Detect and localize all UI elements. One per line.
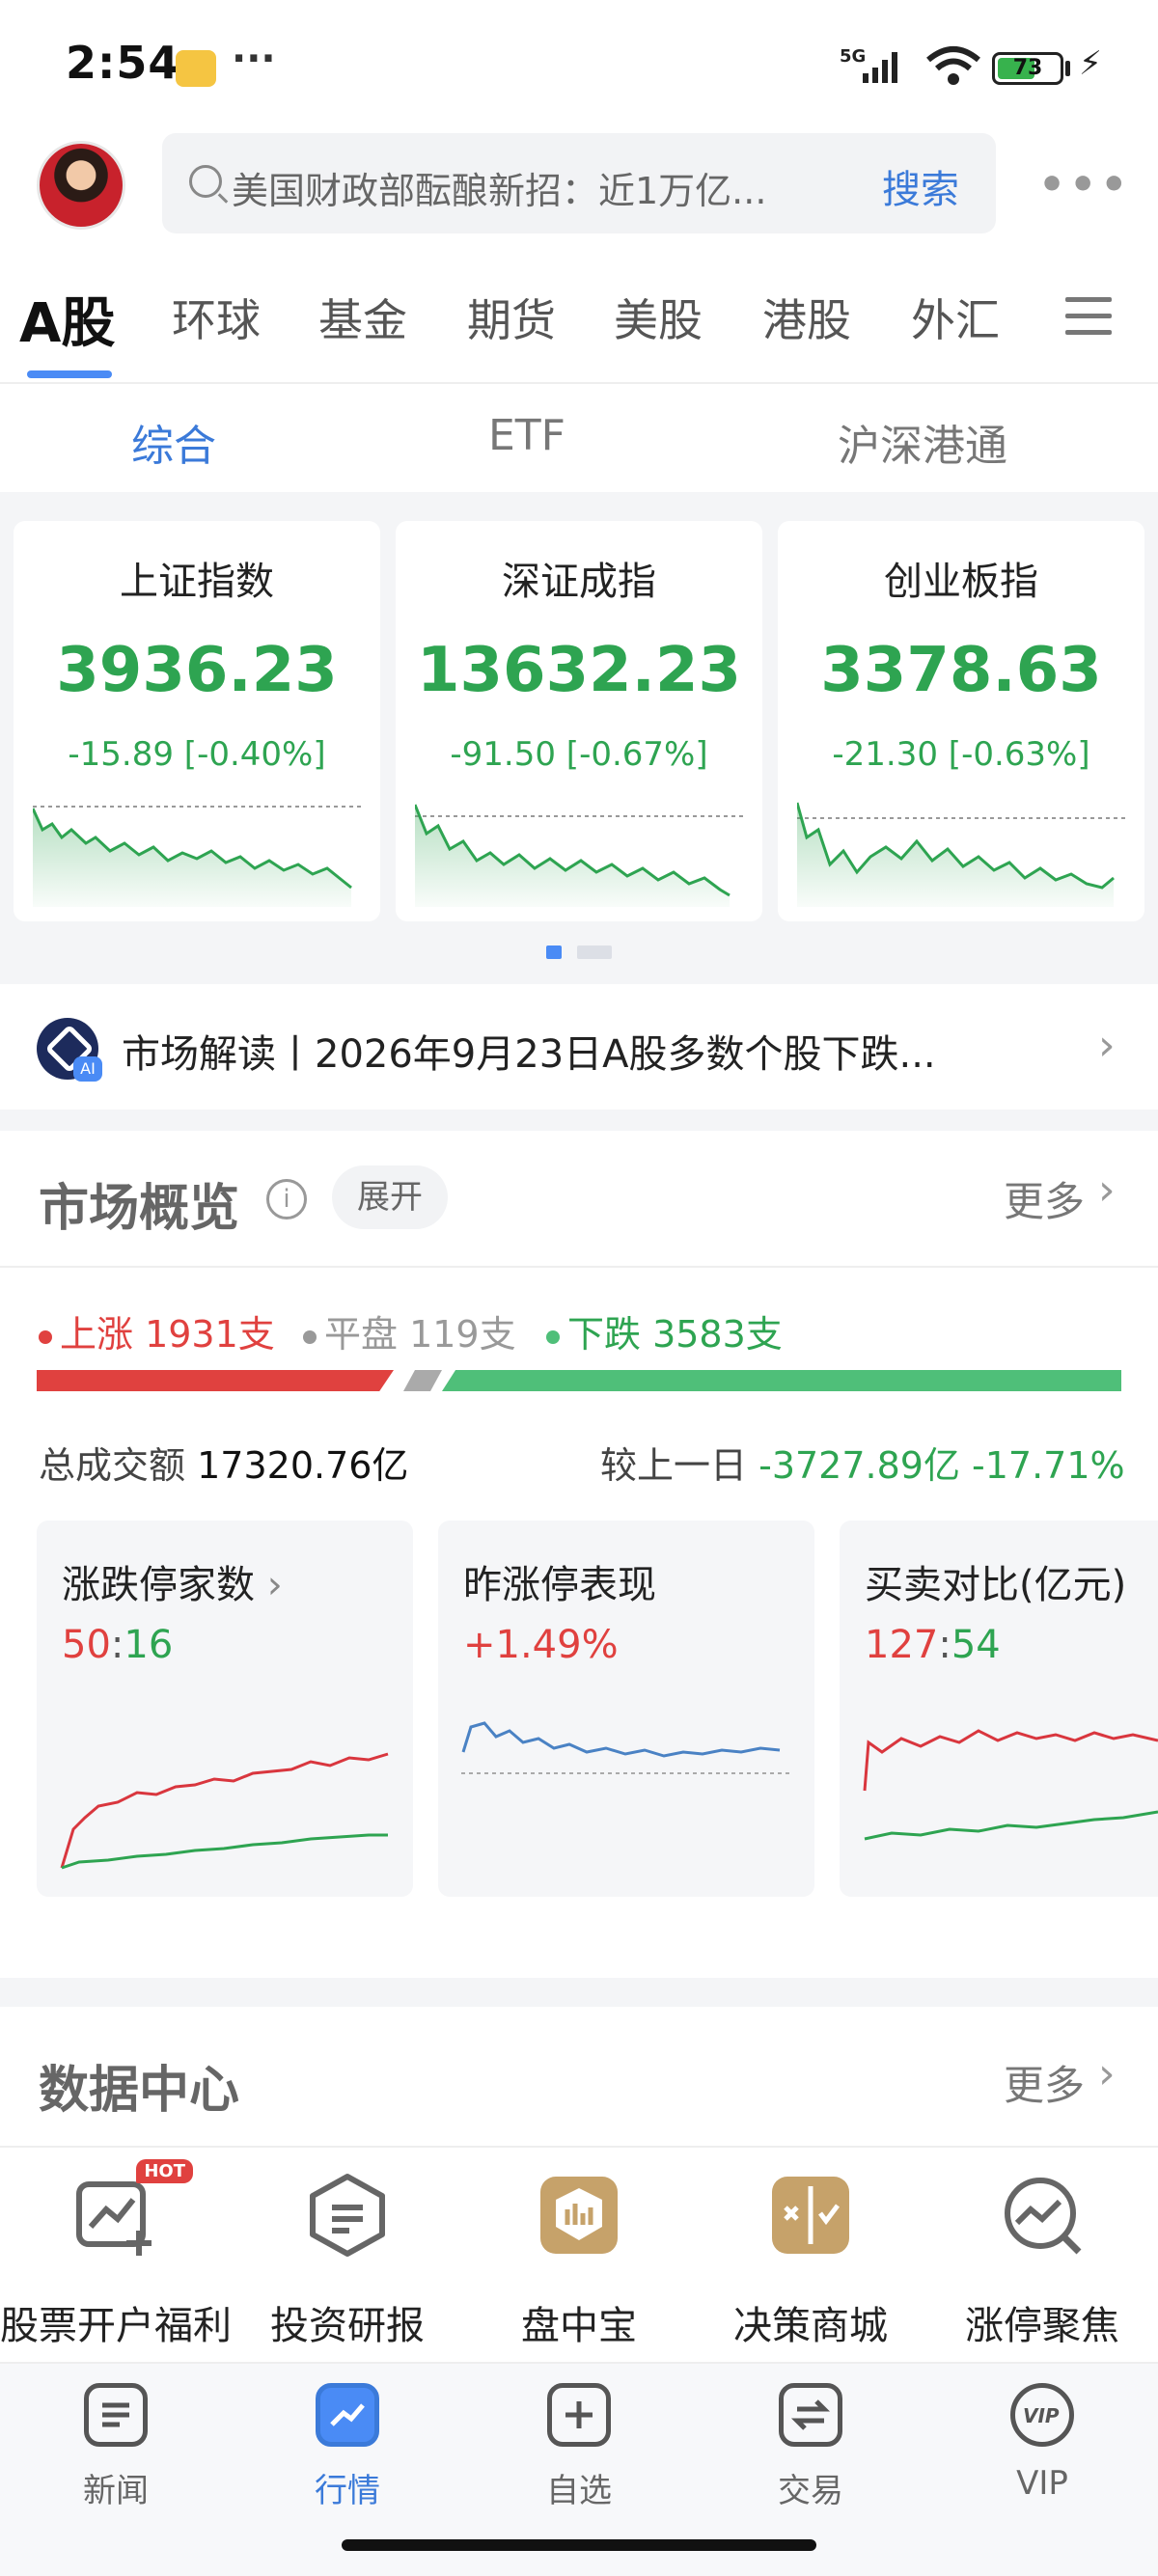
chevron-right-icon: › — [1098, 1165, 1116, 1215]
tab-a-share[interactable]: A股 — [19, 280, 115, 358]
overview-more-link[interactable]: 更多 — [1004, 1169, 1085, 1228]
index-price: 3378.63 — [820, 635, 1102, 706]
carousel-dot-active — [546, 945, 562, 959]
subtab-overview[interactable]: 综合 — [131, 411, 216, 473]
ai-icon: AI — [37, 1018, 102, 1082]
chart-plus-icon: HOT — [71, 2159, 193, 2260]
tab-fund[interactable]: 基金 — [318, 286, 407, 349]
focus-icon — [998, 2171, 1087, 2260]
add-watchlist-icon — [547, 2383, 611, 2447]
data-center-title: 数据中心 — [39, 2062, 240, 2120]
index-name: 深证成指 — [502, 560, 656, 604]
index-sparkline — [797, 802, 1125, 907]
limit-focus-item[interactable]: 涨停聚焦 — [926, 2171, 1158, 2350]
battery-icon: 73 — [992, 52, 1063, 85]
tab-futures[interactable]: 期货 — [467, 286, 556, 349]
index-sparkline — [33, 806, 361, 907]
status-time: 2:54 — [66, 37, 180, 89]
trade-icon — [779, 2383, 842, 2447]
data-center-more-link[interactable]: 更多 — [1004, 2053, 1085, 2112]
tab-forex[interactable]: 外汇 — [911, 286, 1000, 349]
active-tab-indicator — [27, 370, 112, 378]
index-change: -21.30 [-0.63%] — [832, 735, 1090, 774]
tab-global[interactable]: 环球 — [172, 286, 261, 349]
home-indicator[interactable] — [342, 2539, 816, 2551]
svg-text:5G: 5G — [840, 46, 866, 67]
notes-app-icon — [176, 50, 216, 87]
index-name: 上证指数 — [120, 560, 274, 604]
index-sparkline — [415, 804, 743, 907]
prev-limit-card[interactable]: 昨涨停表现 +1.49% — [438, 1521, 814, 1897]
index-card-chinext[interactable]: 创业板指 3378.63 -21.30 [-0.63%] — [778, 521, 1144, 921]
expand-button[interactable]: 展开 — [332, 1165, 448, 1229]
nav-trade[interactable]: 交易 — [695, 2383, 926, 2511]
decision-mall-item[interactable]: 决策商城 — [695, 2171, 926, 2350]
market-icon — [316, 2383, 379, 2447]
flat-ratio-bar — [403, 1370, 442, 1391]
menu-icon[interactable] — [1065, 297, 1112, 346]
search-icon — [189, 165, 222, 198]
buy-sell-card[interactable]: 买卖对比(亿元) 127:54 — [840, 1521, 1158, 1897]
more-menu-icon[interactable]: ••• — [1038, 160, 1131, 209]
signal-icon: 5G — [840, 46, 897, 83]
decision-icon — [766, 2171, 855, 2260]
research-report-item[interactable]: 投资研报 — [232, 2171, 463, 2350]
charging-icon: ⚡ — [1079, 44, 1102, 83]
index-card-shanghai[interactable]: 上证指数 3936.23 -15.89 [-0.40%] — [14, 521, 380, 921]
prev-limit-chart — [461, 1721, 789, 1774]
turnover: 总成交额 17320.76亿 — [39, 1444, 409, 1487]
report-icon — [303, 2171, 392, 2260]
hot-badge: HOT — [136, 2159, 193, 2183]
search-input[interactable]: 美国财政部酝酿新招：近1万亿... — [232, 161, 830, 214]
up-count: 上涨 1931支 — [39, 1304, 275, 1357]
info-icon[interactable]: i — [266, 1179, 307, 1219]
nav-news[interactable]: 新闻 — [0, 2383, 232, 2511]
index-card-shenzhen[interactable]: 深证成指 13632.23 -91.50 [-0.67%] — [396, 521, 762, 921]
nav-vip[interactable]: VIP VIP — [926, 2383, 1158, 2503]
vip-icon: VIP — [1010, 2383, 1074, 2447]
nav-market[interactable]: 行情 — [232, 2383, 463, 2511]
index-change: -91.50 [-0.67%] — [450, 735, 708, 774]
index-change: -15.89 [-0.40%] — [68, 735, 326, 774]
treasure-icon — [535, 2171, 623, 2260]
subtab-connect[interactable]: 沪深港通 — [838, 411, 1007, 473]
overview-title: 市场概览 — [39, 1180, 240, 1238]
limit-count-card[interactable]: 涨跌停家数 › 50:16 — [37, 1521, 413, 1897]
chevron-right-icon: › — [1098, 2049, 1116, 2098]
index-price: 3936.23 — [56, 635, 338, 706]
down-count: 下跌 3583支 — [546, 1304, 783, 1357]
index-price: 13632.23 — [416, 635, 742, 706]
svg-text:VIP: VIP — [1023, 2404, 1060, 2427]
flat-count: 平盘 119支 — [303, 1304, 516, 1357]
nav-watchlist[interactable]: 自选 — [463, 2383, 695, 2511]
treasure-item[interactable]: 盘中宝 — [463, 2171, 695, 2350]
tab-hk-stock[interactable]: 港股 — [762, 286, 851, 349]
tab-us-stock[interactable]: 美股 — [614, 286, 703, 349]
carousel-dot — [577, 945, 612, 959]
market-news-headline[interactable]: 市场解读丨2026年9月23日A股多数个股下跌... — [122, 1023, 936, 1079]
buy-sell-chart — [863, 1729, 1158, 1841]
news-icon — [84, 2383, 148, 2447]
status-more-dots: ··· — [232, 37, 276, 81]
turnover-compare: 较上一日 -3727.89亿 -17.71% — [600, 1444, 1125, 1487]
account-benefit-item[interactable]: HOT 股票开户福利 — [0, 2159, 232, 2350]
index-name: 创业板指 — [884, 560, 1038, 604]
wifi-icon — [926, 46, 980, 85]
chevron-right-icon: › — [1098, 1021, 1116, 1070]
subtab-etf[interactable]: ETF — [488, 411, 565, 460]
limit-count-chart — [60, 1752, 389, 1870]
user-avatar[interactable] — [37, 141, 125, 230]
down-ratio-bar — [442, 1370, 1121, 1391]
search-button[interactable]: 搜索 — [882, 158, 959, 214]
up-ratio-bar — [37, 1370, 394, 1391]
